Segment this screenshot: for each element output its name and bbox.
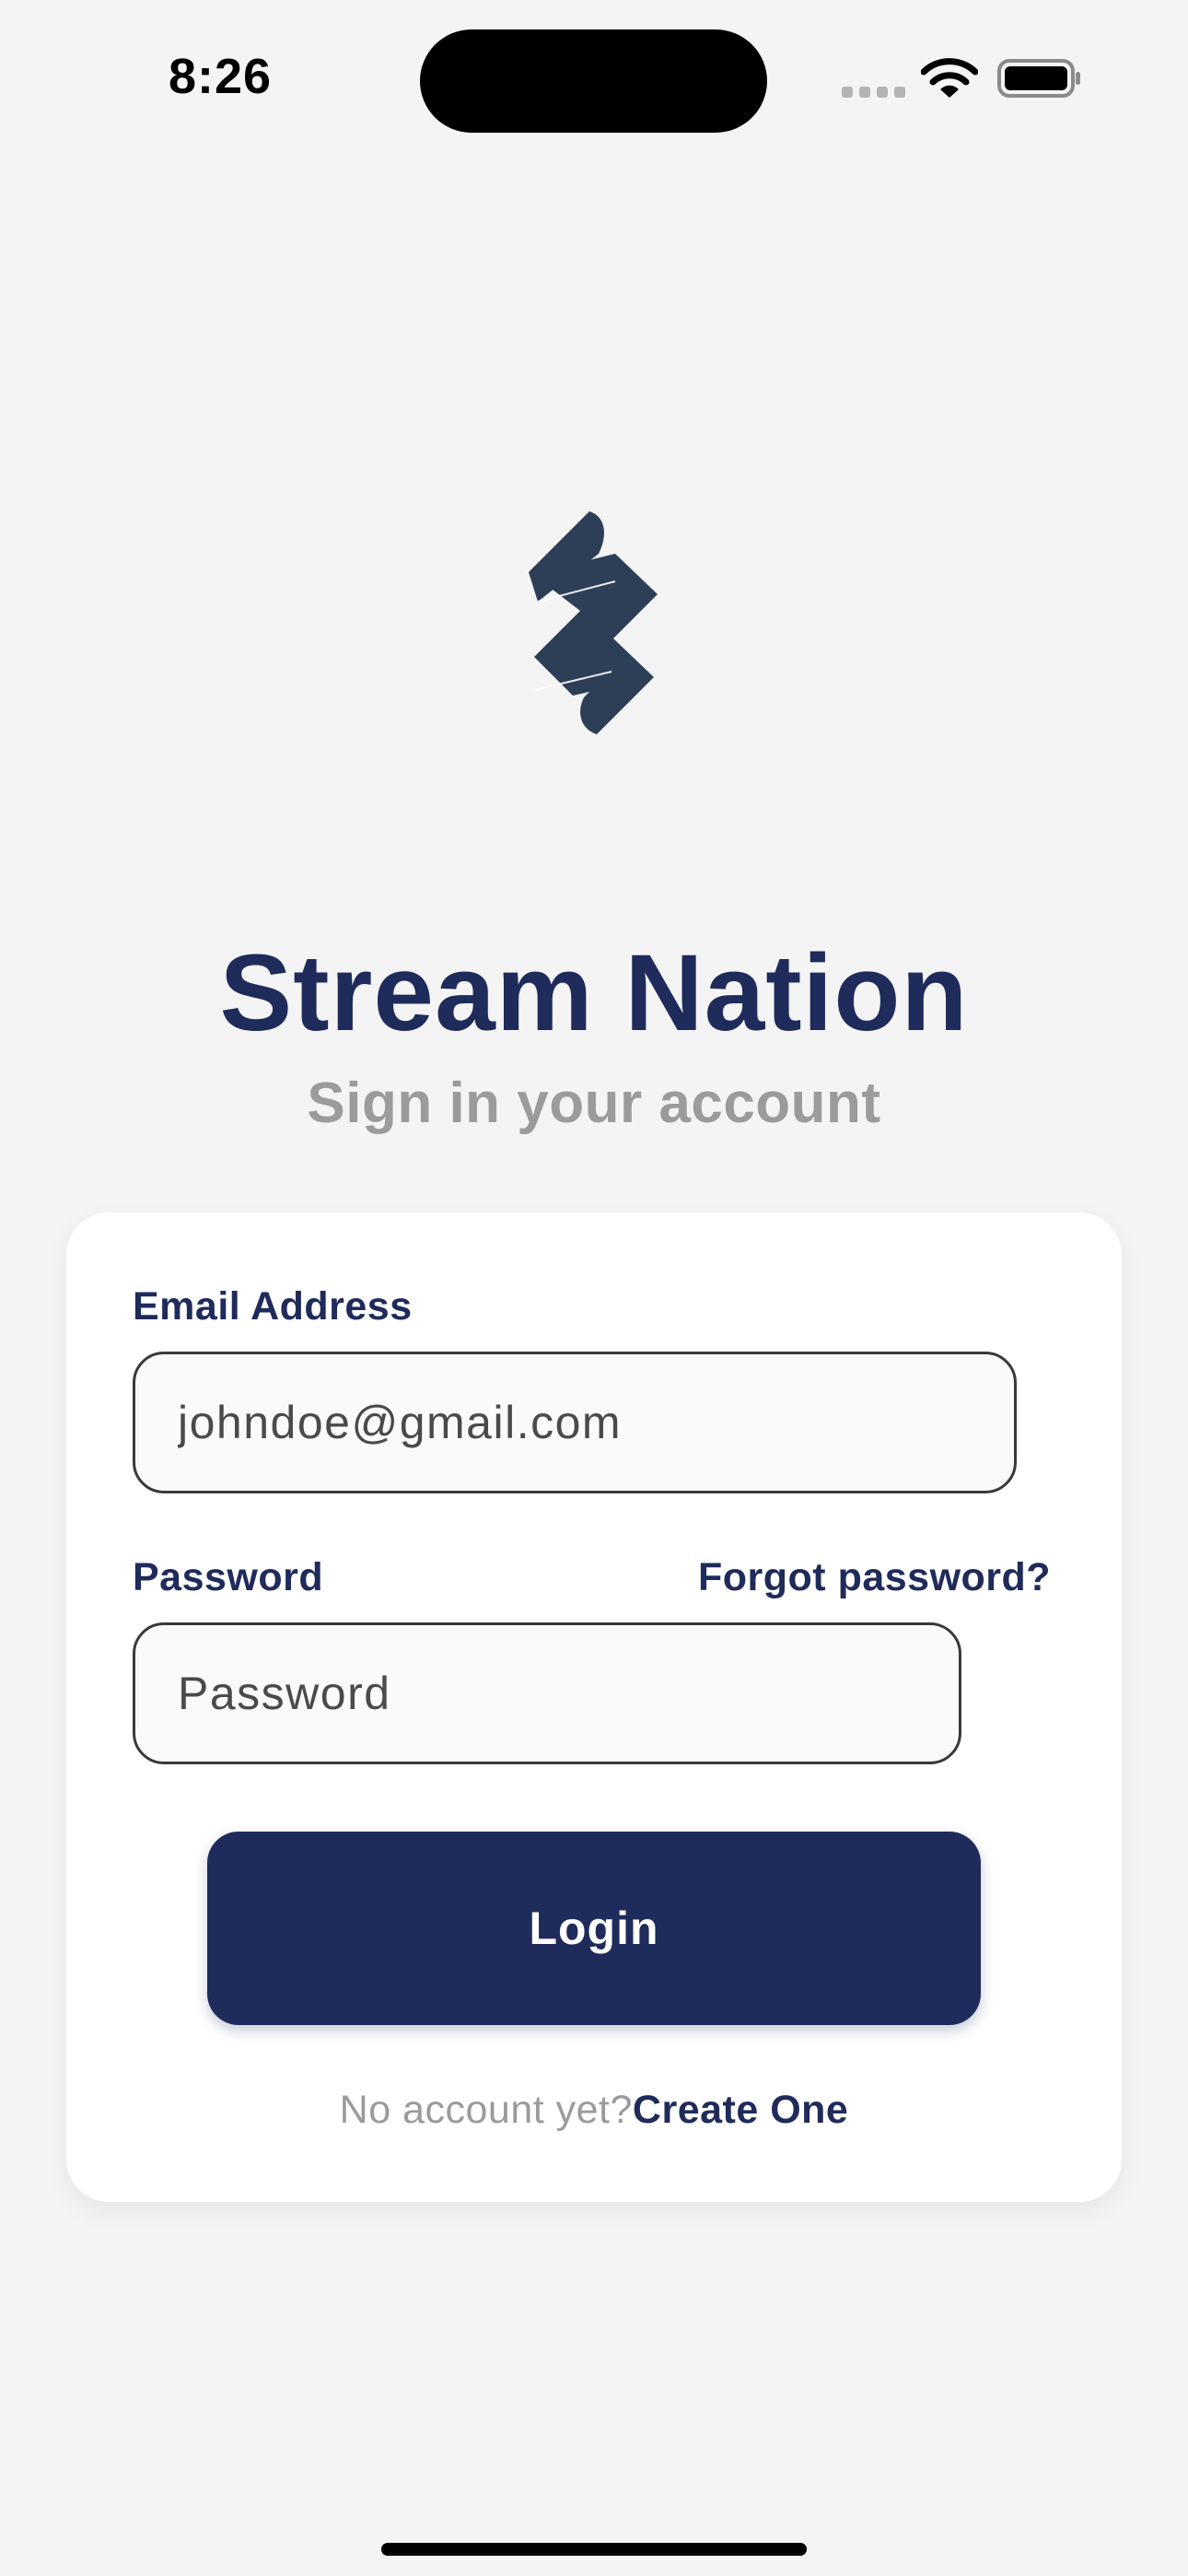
dynamic-island xyxy=(420,29,767,133)
stream-nation-logo-icon xyxy=(529,511,658,734)
home-indicator xyxy=(381,2543,807,2556)
create-account-link[interactable]: Create One xyxy=(633,2088,848,2132)
signup-row: No account yet?Create One xyxy=(0,2082,1188,2137)
email-field[interactable] xyxy=(133,1352,1017,1493)
password-field[interactable] xyxy=(133,1622,961,1764)
battery-icon xyxy=(997,59,1080,98)
signup-prompt: No account yet? xyxy=(339,2088,633,2132)
wifi-icon xyxy=(921,58,978,98)
forgot-password-link[interactable]: Forgot password? xyxy=(698,1553,1051,1601)
password-label: Password xyxy=(133,1555,324,1599)
status-bar-time: 8:26 xyxy=(169,49,273,104)
app-title: Stream Nation xyxy=(219,932,969,1054)
page-subtitle: Sign in your account xyxy=(307,1071,881,1135)
cellular-signal-icon xyxy=(842,87,906,100)
login-button[interactable]: Login xyxy=(207,1832,981,2025)
email-label: Email Address xyxy=(133,1284,413,1329)
